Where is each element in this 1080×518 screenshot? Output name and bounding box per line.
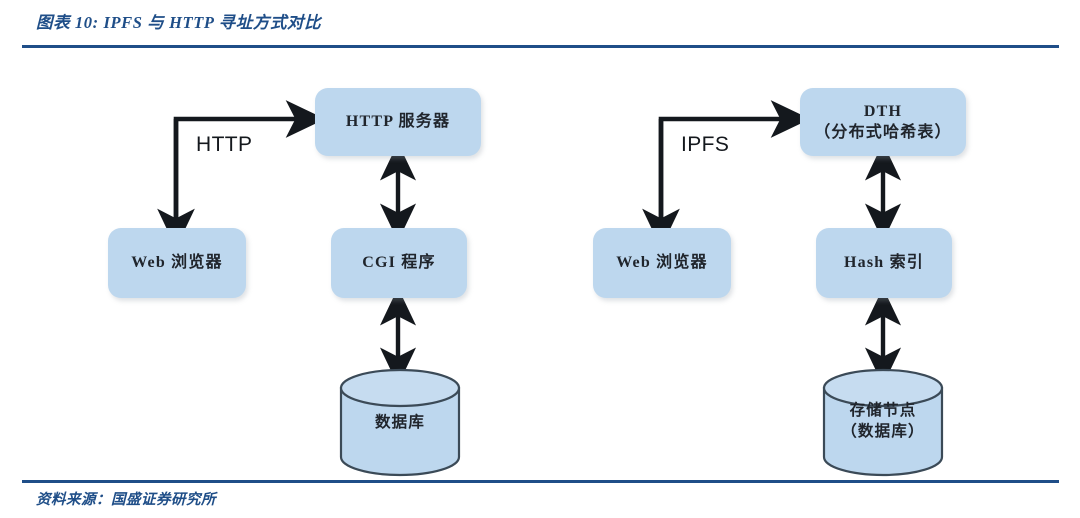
- node-left-web-browser[interactable]: Web 浏览器: [108, 228, 246, 298]
- node-dht-label-secondary: （分布式哈希表）: [814, 124, 952, 141]
- node-storage-node-label-secondary: （数据库）: [841, 423, 925, 441]
- left-storage-cylinder-shape: [339, 368, 461, 477]
- node-http-server-label: HTTP 服务器: [345, 113, 451, 131]
- node-dht[interactable]: DTH （分布式哈希表）: [800, 88, 966, 156]
- footer-divider-rule: [22, 480, 1059, 483]
- node-storage-node-label-primary: 存储节点: [849, 402, 917, 419]
- right-storage-cylinder-shape: [822, 368, 944, 477]
- node-right-web-browser[interactable]: Web 浏览器: [593, 228, 731, 298]
- node-hash-index[interactable]: Hash 索引: [816, 228, 952, 298]
- figure-title: 图表 10: IPFS 与 HTTP 寻址方式对比: [36, 13, 322, 32]
- node-left-web-browser-label: Web 浏览器: [131, 254, 223, 272]
- node-dht-label-primary: DTH: [863, 102, 903, 120]
- figure-source: 资料来源：国盛证券研究所: [36, 492, 216, 508]
- node-database-label: 数据库: [374, 414, 426, 431]
- node-right-web-browser-label: Web 浏览器: [616, 254, 708, 272]
- node-storage-node-label-group: 存储节点 （数据库）: [824, 400, 942, 443]
- node-cgi-program-label: CGI 程序: [362, 254, 436, 272]
- node-cgi-program[interactable]: CGI 程序: [331, 228, 467, 298]
- edge-label-http: HTTP: [196, 133, 253, 156]
- node-database-label-group: 数据库: [341, 412, 459, 433]
- edge-label-ipfs: IPFS: [681, 133, 730, 156]
- figure-container: 图表 10: IPFS 与 HTTP 寻址方式对比 HTTP 服务器 Web 浏…: [0, 0, 1080, 518]
- node-http-server[interactable]: HTTP 服务器: [315, 88, 481, 156]
- header-divider-rule: [22, 45, 1059, 48]
- node-hash-index-label: Hash 索引: [844, 254, 924, 272]
